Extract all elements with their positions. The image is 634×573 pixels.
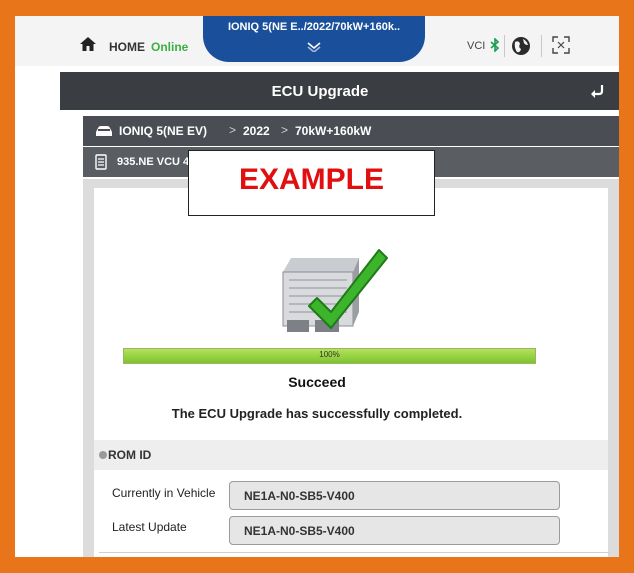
upgrade-progress-bar: 100% xyxy=(123,348,536,364)
latest-rom-label: Latest Update xyxy=(112,520,187,534)
example-text: EXAMPLE xyxy=(238,163,385,196)
current-rom-field: NE1A-N0-SB5-V400 xyxy=(229,481,560,510)
connection-status: Online xyxy=(151,40,189,54)
breadcrumb-separator: > xyxy=(281,123,289,137)
toolbar-divider xyxy=(504,35,505,57)
back-icon[interactable] xyxy=(588,82,606,100)
breadcrumb-model[interactable]: IONIQ 5(NE EV) xyxy=(119,124,207,138)
current-rom-label: Currently in Vehicle xyxy=(112,486,216,500)
vehicle-selector-tab[interactable]: IONIQ 5(NE E../2022/70kW+160k.. xyxy=(203,16,425,62)
title-bar: ECU Upgrade xyxy=(60,72,619,110)
example-watermark: EXAMPLE xyxy=(188,150,435,216)
latest-rom-value: NE1A-N0-SB5-V400 xyxy=(244,524,355,538)
breadcrumb-separator: > xyxy=(229,123,237,137)
divider xyxy=(99,552,609,553)
breadcrumb-engine[interactable]: 70kW+160kW xyxy=(295,124,371,138)
latest-rom-field: NE1A-N0-SB5-V400 xyxy=(229,516,560,545)
vehicle-tab-label: IONIQ 5(NE E../2022/70kW+160k.. xyxy=(227,21,401,33)
ecu-name: 935.NE VCU 4 xyxy=(117,156,190,168)
document-icon xyxy=(95,154,107,170)
ecu-success-icon xyxy=(282,249,388,332)
expand-screen-icon[interactable] xyxy=(552,36,570,54)
toolbar-divider xyxy=(541,35,542,57)
top-bar: HOME Online IONIQ 5(NE E../2022/70kW+160… xyxy=(15,16,619,66)
rom-id-section: ROM ID xyxy=(94,440,608,470)
app-screen: HOME Online IONIQ 5(NE E../2022/70kW+160… xyxy=(15,16,619,557)
breadcrumb: IONIQ 5(NE EV) > 2022 > 70kW+160kW xyxy=(83,116,619,146)
home-button[interactable]: HOME xyxy=(109,40,145,54)
breadcrumb-year[interactable]: 2022 xyxy=(243,124,270,138)
current-rom-value: NE1A-N0-SB5-V400 xyxy=(244,489,355,503)
home-icon[interactable] xyxy=(79,36,97,52)
globe-icon[interactable] xyxy=(511,36,531,56)
progress-label: 100% xyxy=(319,350,340,359)
page-title: ECU Upgrade xyxy=(271,83,369,100)
chevron-down-icon[interactable] xyxy=(306,42,322,52)
bluetooth-icon xyxy=(490,38,500,52)
upgrade-message: The ECU Upgrade has successfully complet… xyxy=(171,406,463,421)
rom-id-title: ROM ID xyxy=(108,448,152,462)
vci-label: VCI xyxy=(467,40,486,52)
bullet-icon xyxy=(99,451,107,459)
upgrade-status: Succeed xyxy=(288,374,346,390)
car-icon xyxy=(96,126,112,136)
